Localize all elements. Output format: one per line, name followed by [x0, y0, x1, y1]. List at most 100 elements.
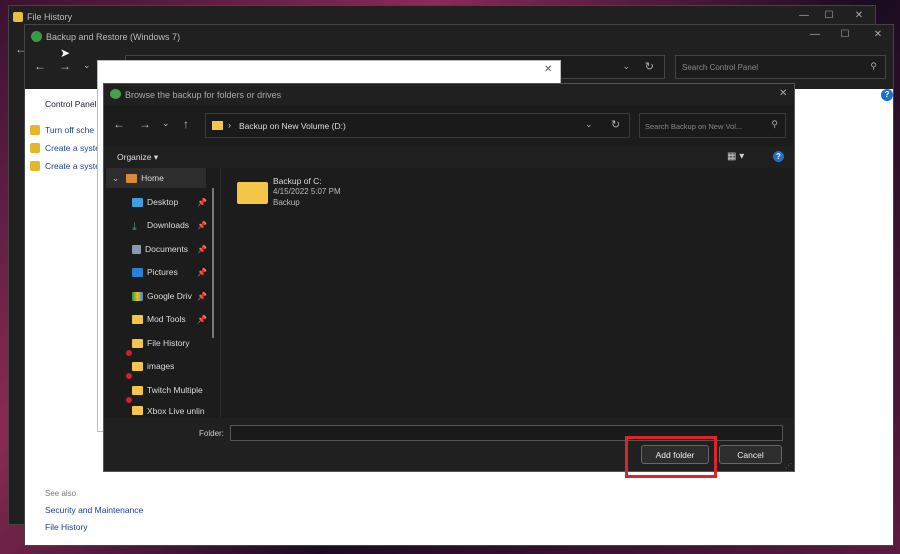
refresh-icon[interactable]: ↻: [611, 118, 620, 131]
tree-item-label: Documents: [145, 244, 188, 254]
maximize-button[interactable]: ☐: [830, 29, 860, 40]
tree-item-mod-tools[interactable]: Mod Tools 📌: [106, 309, 207, 329]
mouse-cursor-icon: ➤: [60, 46, 71, 60]
sidebar-item-label: Create a syste: [45, 143, 100, 153]
tree-item-desktop[interactable]: Desktop 📌: [106, 192, 207, 212]
tree-scrollbar[interactable]: [212, 188, 214, 338]
tree-item-google-drive[interactable]: Google Driv 📌: [106, 286, 207, 306]
folder-icon: [126, 338, 143, 356]
shield-icon: [30, 161, 40, 171]
minimize-button[interactable]: —: [800, 29, 830, 40]
close-button[interactable]: ✕: [544, 64, 552, 75]
backup-icon: [110, 89, 121, 99]
file-name: Backup of C:: [273, 176, 322, 186]
folder-icon: [132, 406, 143, 415]
tree-item-documents[interactable]: Documents 📌: [106, 239, 207, 259]
pin-icon: 📌: [197, 244, 207, 254]
dialog-title: Browse the backup for folders or drives: [125, 90, 282, 100]
address-bar[interactable]: › Backup on New Volume (D:) ⌄ ↻: [205, 113, 630, 138]
pin-icon: 📌: [197, 267, 207, 277]
forward-button[interactable]: →: [139, 117, 151, 131]
folder-label: Folder:: [199, 429, 224, 438]
up-button[interactable]: ↑: [183, 117, 189, 131]
tree-item-label: Home: [141, 173, 164, 183]
back-button[interactable]: ←: [34, 59, 46, 73]
pin-icon: 📌: [197, 314, 207, 324]
help-icon[interactable]: ?: [773, 151, 784, 162]
pin-icon: 📌: [197, 197, 207, 207]
file-item-backup[interactable]: Backup of C: 4/15/2022 5:07 PM Backup: [234, 174, 364, 210]
file-history-icon: [13, 12, 23, 22]
window-title: File History: [27, 12, 73, 22]
file-type: Backup: [273, 198, 300, 207]
breadcrumb-separator: ›: [228, 120, 231, 130]
tree-item-label: Twitch Multiple: [147, 385, 203, 395]
highlight-box: [625, 436, 717, 478]
dialog-titlebar: Browse the backup for folders or drives …: [104, 84, 794, 105]
chevron-down-icon[interactable]: ⌄: [585, 119, 593, 130]
refresh-icon[interactable]: ↻: [645, 60, 654, 73]
close-button[interactable]: ✕: [863, 29, 893, 40]
backup-icon: [31, 31, 42, 42]
pin-icon: 📌: [197, 220, 207, 230]
tree-item-label: Pictures: [147, 267, 178, 277]
tree-item-home[interactable]: ⌄ Home: [106, 168, 206, 188]
navigation-pane: ⌄ Home Desktop 📌 ⤓ Downloads 📌 Documents 📌 Pi…: [106, 168, 216, 418]
tree-item-downloads[interactable]: ⤓ Downloads 📌: [106, 215, 207, 235]
chevron-down-icon[interactable]: ⌄: [622, 61, 630, 72]
home-icon: [126, 173, 138, 183]
pane-divider: [220, 168, 221, 418]
organize-label: Organize: [117, 152, 152, 162]
file-date: 4/15/2022 5:07 PM: [273, 187, 341, 196]
folder-icon: [126, 361, 143, 379]
desktop-icon: [132, 197, 143, 207]
control-panel-home-link[interactable]: Control Panel: [45, 99, 97, 109]
folder-icon: [126, 385, 143, 403]
search-icon: ⚲: [771, 119, 778, 129]
tree-item-images[interactable]: images: [106, 356, 206, 379]
help-icon[interactable]: ?: [881, 89, 893, 101]
recent-dropdown[interactable]: ⌄: [83, 60, 91, 71]
tree-item-label: Google Driv: [147, 291, 192, 301]
google-drive-icon: [132, 291, 143, 301]
forward-button[interactable]: →: [59, 59, 71, 73]
breadcrumb[interactable]: Backup on New Volume (D:): [239, 121, 346, 131]
search-input[interactable]: Search Backup on New Vol... ⚲: [639, 113, 786, 138]
tree-item-file-history[interactable]: File History: [106, 333, 206, 356]
tree-item-label: Desktop: [147, 197, 179, 207]
tree-item-label: Xbox Live unlin: [147, 405, 205, 416]
tree-item-label: Mod Tools: [147, 314, 186, 324]
document-icon: [132, 244, 141, 254]
file-history-link[interactable]: File History: [45, 522, 88, 532]
view-options-icon[interactable]: ▦ ▾: [727, 151, 744, 162]
security-maintenance-link[interactable]: Security and Maintenance: [45, 505, 143, 515]
tree-item-label: images: [147, 361, 175, 371]
folder-icon: [132, 314, 143, 324]
error-icon: [126, 349, 132, 356]
toolbar: Organize ▾ ▦ ▾ ?: [104, 146, 794, 168]
search-placeholder: Search Backup on New Vol...: [645, 122, 743, 131]
resize-grip-icon[interactable]: ⋰: [785, 462, 792, 470]
see-also-heading: See also: [45, 489, 77, 498]
cancel-button[interactable]: Cancel: [719, 445, 782, 464]
window-title: Backup and Restore (Windows 7): [46, 32, 181, 42]
tree-item-pictures[interactable]: Pictures 📌: [106, 262, 207, 282]
organize-button[interactable]: Organize ▾: [117, 152, 158, 163]
search-input[interactable]: Search Control Panel ⚲: [675, 55, 886, 79]
tree-item-xbox[interactable]: Xbox Live unlin: [106, 403, 206, 418]
shield-icon: [30, 143, 40, 153]
sidebar-item-label: Create a syste: [45, 161, 100, 171]
shield-icon: [30, 125, 40, 135]
tree-item-label: Downloads: [147, 220, 190, 230]
tree-item-twitch[interactable]: Twitch Multiple: [106, 380, 206, 403]
search-placeholder: Search Control Panel: [682, 63, 759, 72]
maximize-button[interactable]: ☐: [814, 10, 844, 21]
recent-dropdown[interactable]: ⌄: [162, 118, 170, 129]
close-button[interactable]: ✕: [844, 10, 874, 21]
download-icon: ⤓: [132, 220, 137, 233]
sidebar-item-label: Turn off sche: [45, 125, 95, 135]
close-button[interactable]: ✕: [779, 88, 787, 99]
back-button[interactable]: ←: [113, 117, 125, 131]
pin-icon: 📌: [197, 291, 207, 301]
error-icon: [126, 396, 132, 403]
